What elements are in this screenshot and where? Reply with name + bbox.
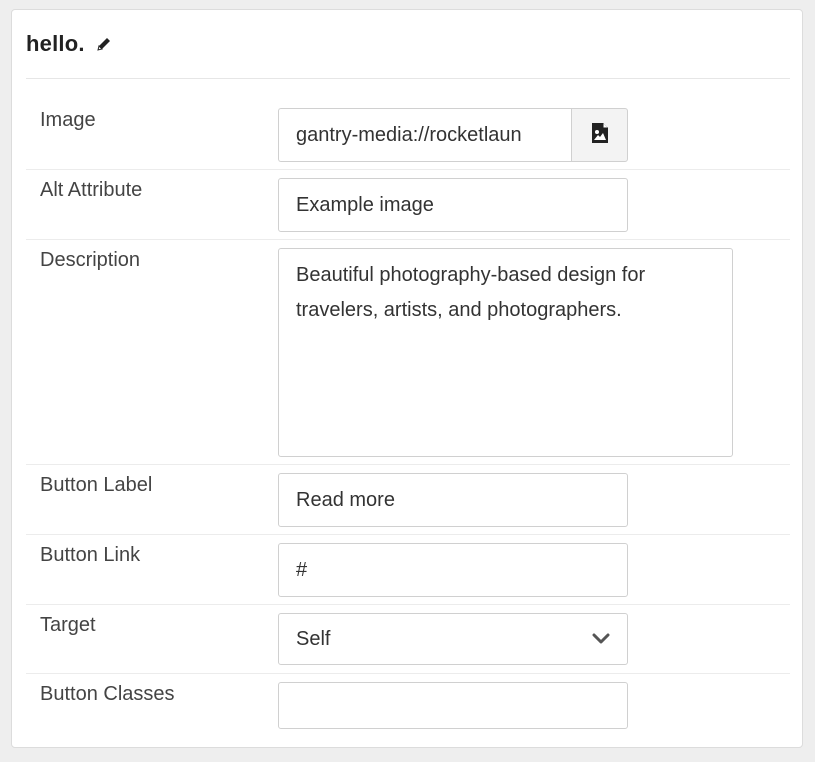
- image-input[interactable]: gantry-media://rocketlaun: [278, 108, 572, 162]
- description-textarea[interactable]: Beautiful photography-based design for t…: [278, 248, 733, 457]
- target-row: Target Self: [26, 605, 790, 674]
- button-link-row: Button Link #: [26, 535, 790, 605]
- alt-attribute-row: Alt Attribute Example image: [26, 170, 790, 240]
- description-row: Description Beautiful photography-based …: [26, 240, 790, 465]
- image-picker-button[interactable]: [571, 108, 628, 162]
- description-label: Description: [40, 249, 141, 271]
- resize-handle[interactable]: [719, 443, 729, 453]
- alt-attribute-label: Alt Attribute: [40, 179, 143, 201]
- alt-attribute-input[interactable]: Example image: [278, 178, 628, 232]
- button-label-input[interactable]: Read more: [278, 473, 628, 527]
- pencil-icon[interactable]: [96, 36, 112, 52]
- button-classes-label: Button Classes: [40, 683, 175, 705]
- chevron-down-icon: [592, 633, 610, 645]
- button-link-label: Button Link: [40, 544, 141, 566]
- description-text: Beautiful photography-based design for t…: [296, 264, 646, 321]
- button-label-row: Button Label Read more: [26, 465, 790, 535]
- button-label-label: Button Label: [40, 474, 153, 496]
- button-classes-input[interactable]: [278, 682, 628, 729]
- settings-panel: hello. Image gantry-media://rocketlaun A: [11, 9, 803, 748]
- panel-header: hello.: [26, 10, 790, 79]
- panel-title: hello.: [26, 31, 85, 56]
- button-classes-row: Button Classes: [26, 674, 790, 744]
- image-row: Image gantry-media://rocketlaun: [26, 100, 790, 170]
- image-file-icon: [591, 122, 609, 149]
- target-selected-value: Self: [296, 627, 331, 650]
- target-label: Target: [40, 614, 96, 636]
- image-label: Image: [40, 109, 96, 131]
- button-link-input[interactable]: #: [278, 543, 628, 597]
- target-select[interactable]: Self: [278, 613, 628, 665]
